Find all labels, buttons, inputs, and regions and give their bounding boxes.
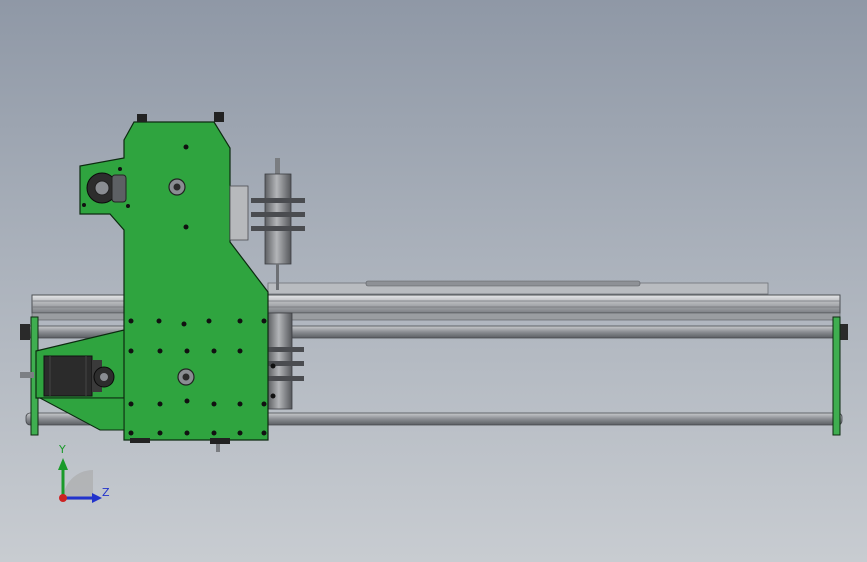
right-end-plate <box>832 316 841 436</box>
lower-bearing <box>177 368 195 386</box>
upper-pulley <box>86 172 127 204</box>
y-axis-label: Y <box>59 443 66 456</box>
z-axis-label: Z <box>102 486 110 499</box>
center-bearing <box>168 178 186 196</box>
top-rail-strip <box>267 280 769 295</box>
coordinate-triad <box>58 458 102 503</box>
cad-viewport[interactable]: Y Z <box>0 0 867 562</box>
carriage-plate[interactable] <box>35 112 269 452</box>
cad-model-view[interactable] <box>0 0 867 562</box>
x-axis-dot <box>59 494 67 502</box>
